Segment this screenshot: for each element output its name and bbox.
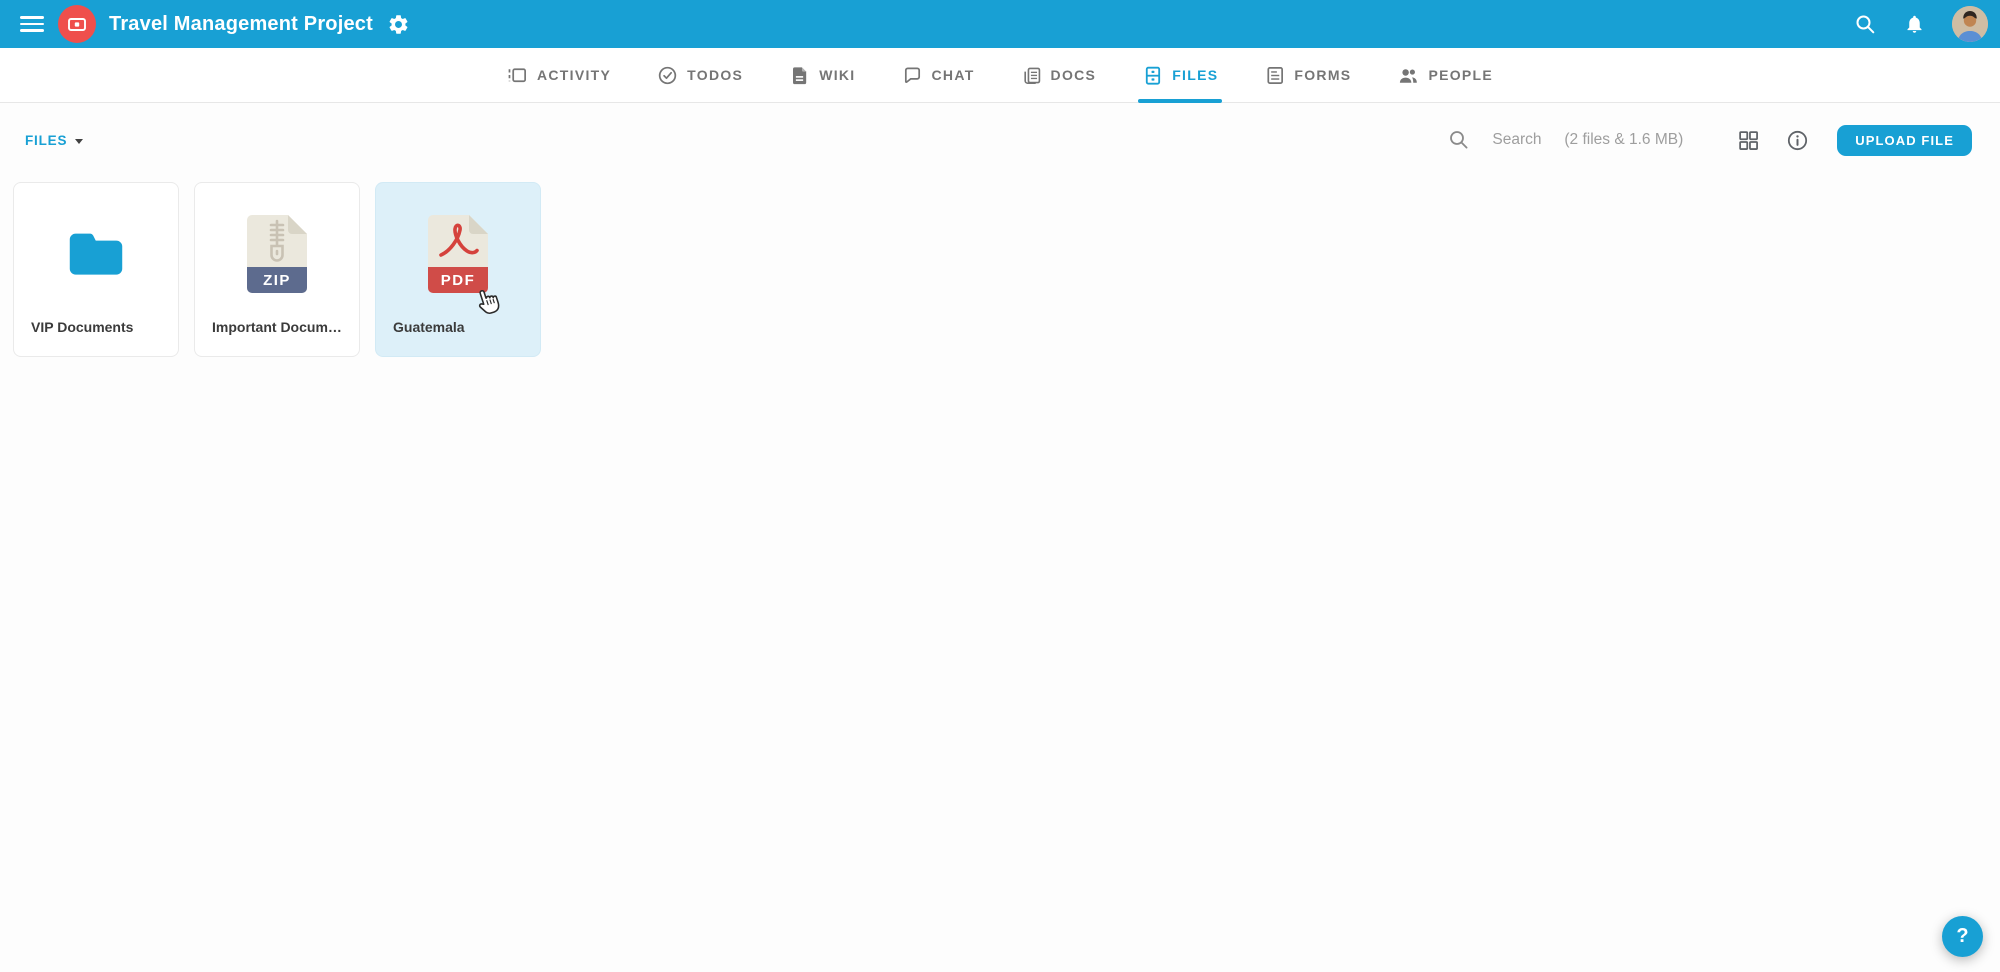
- tab-label: ACTIVITY: [537, 67, 611, 83]
- tab-people[interactable]: PEOPLE: [1397, 48, 1493, 102]
- files-toolbar: FILES (2 files & 1.6 MB): [25, 120, 1972, 160]
- page: Travel Management Project: [0, 0, 2000, 972]
- tab-label: CHAT: [932, 67, 975, 83]
- tab-label: TODOS: [687, 67, 743, 83]
- docs-icon: [1021, 65, 1042, 86]
- file-name: VIP Documents: [14, 319, 178, 356]
- tab-label: PEOPLE: [1428, 67, 1493, 83]
- pdf-badge: PDF: [428, 267, 488, 293]
- topbar: Travel Management Project: [0, 0, 2000, 48]
- banknote-icon: [66, 13, 88, 35]
- project-tabbar: ACTIVITY TODOS WIKI CHAT: [0, 48, 2000, 103]
- file-name: Important Docum…: [195, 319, 359, 356]
- tab-forms[interactable]: FORMS: [1264, 48, 1351, 102]
- files-folder-dropdown[interactable]: FILES: [25, 133, 83, 148]
- info-button[interactable]: [1786, 129, 1809, 152]
- files-search-icon[interactable]: [1448, 129, 1470, 151]
- tab-label: WIKI: [819, 67, 855, 83]
- tab-todos[interactable]: TODOS: [657, 48, 743, 102]
- files-stats: (2 files & 1.6 MB): [1564, 131, 1683, 149]
- tab-label: FORMS: [1294, 67, 1351, 83]
- project-settings-button[interactable]: [387, 13, 410, 36]
- files-grid: VIP Documents: [13, 182, 541, 357]
- user-photo: [1952, 6, 1988, 42]
- project-title: Travel Management Project: [109, 13, 373, 36]
- folder-icon: [65, 227, 127, 281]
- chat-bubble-icon: [902, 65, 923, 86]
- info-icon: [1786, 129, 1809, 152]
- check-circle-icon: [657, 65, 678, 86]
- upload-file-button[interactable]: UPLOAD FILE: [1837, 125, 1972, 156]
- activity-icon: [507, 65, 528, 86]
- breadcrumb-label: FILES: [25, 133, 67, 148]
- topbar-actions: [1854, 6, 1988, 42]
- zip-file-icon: ZIP: [247, 215, 307, 293]
- zip-badge: ZIP: [247, 267, 307, 293]
- gear-icon: [387, 13, 410, 36]
- tab-activity[interactable]: ACTIVITY: [507, 48, 611, 102]
- tab-label: DOCS: [1051, 67, 1097, 83]
- project-avatar[interactable]: [58, 5, 96, 43]
- file-cabinet-icon: [1142, 65, 1163, 86]
- notifications-button[interactable]: [1904, 13, 1925, 35]
- grid-view-button[interactable]: [1737, 129, 1760, 152]
- search-icon: [1448, 129, 1470, 151]
- pdf-file-icon: PDF: [428, 215, 488, 293]
- folder-card-vip-documents[interactable]: VIP Documents: [13, 182, 179, 357]
- file-name: Guatemala: [376, 319, 540, 356]
- people-icon: [1397, 65, 1419, 86]
- tab-wiki[interactable]: WIKI: [789, 48, 855, 102]
- forms-icon: [1264, 65, 1285, 86]
- tab-docs[interactable]: DOCS: [1021, 48, 1097, 102]
- grid-view-icon: [1737, 129, 1760, 152]
- search-icon: [1854, 13, 1877, 36]
- tab-files[interactable]: FILES: [1142, 48, 1218, 102]
- chevron-down-icon: [75, 139, 83, 144]
- help-label: ?: [1956, 925, 1968, 948]
- wiki-document-icon: [789, 65, 810, 86]
- bell-icon: [1904, 13, 1925, 35]
- tab-label: FILES: [1172, 67, 1218, 83]
- file-card-important-documents[interactable]: ZIP Important Docum…: [194, 182, 360, 357]
- menu-icon[interactable]: [20, 16, 44, 32]
- files-toolbar-actions: (2 files & 1.6 MB) UPLOAD FILE: [1448, 125, 1972, 156]
- help-button[interactable]: ?: [1942, 916, 1983, 957]
- global-search-button[interactable]: [1854, 13, 1877, 36]
- file-card-guatemala[interactable]: PDF Guatemala: [375, 182, 541, 357]
- user-avatar[interactable]: [1952, 6, 1988, 42]
- files-search-input[interactable]: [1492, 131, 1558, 149]
- tab-chat[interactable]: CHAT: [902, 48, 975, 102]
